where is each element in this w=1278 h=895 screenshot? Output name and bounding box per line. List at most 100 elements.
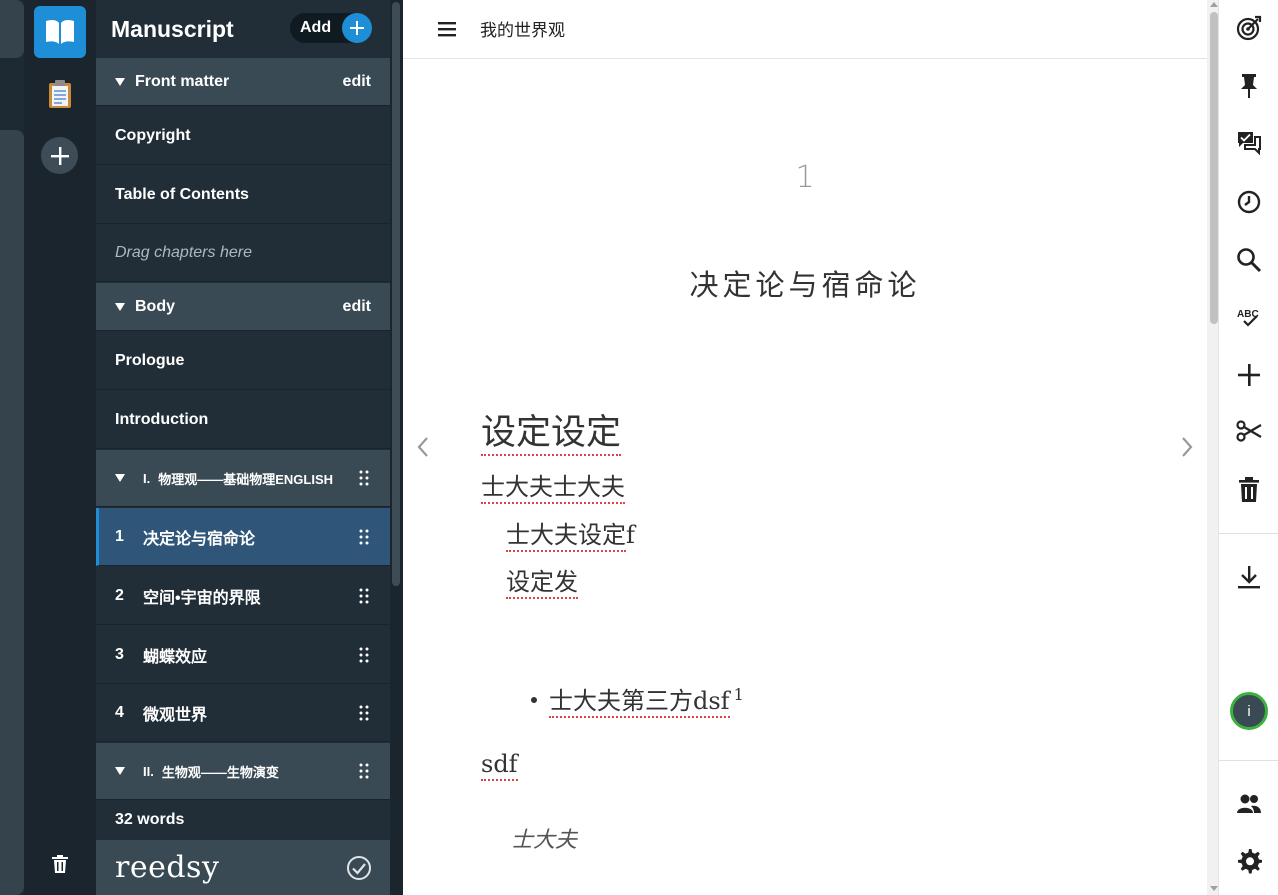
chapter-number: 3: [115, 645, 124, 663]
editor-topbar: 我的世界观: [403, 0, 1207, 59]
content-paragraph[interactable]: 设定发: [506, 562, 578, 599]
notes-clipboard-icon[interactable]: [38, 70, 82, 118]
clipboard-icon: [49, 80, 71, 108]
sidebar-scrollbar[interactable]: [390, 0, 403, 895]
split-chapter-button[interactable]: [1235, 417, 1263, 445]
chapter-number-display: 1: [795, 160, 815, 195]
drag-handle-icon[interactable]: [356, 761, 372, 781]
spellcheck-button[interactable]: ABC: [1235, 303, 1263, 331]
previous-chapter-chevron-icon[interactable]: [415, 434, 431, 460]
collapse-triangle-icon[interactable]: [115, 302, 125, 311]
search-button[interactable]: [1235, 246, 1263, 274]
add-label: Add: [300, 19, 332, 36]
editor-area: 我的世界观 1 决定论与宿命论 设定设定 士大夫士大夫 士大夫设定f 设定发 士…: [403, 0, 1221, 895]
hamburger-menu-icon[interactable]: [436, 19, 458, 39]
sidebar-item-table-of-contents[interactable]: Table of Contents: [96, 166, 390, 224]
gear-icon: [1238, 849, 1262, 874]
sidebar-header: Manuscript Add: [96, 0, 390, 58]
section-label: Body: [135, 297, 175, 315]
collaborators-button[interactable]: [1235, 790, 1263, 818]
tool-rail: ABC i: [1218, 0, 1278, 895]
clock-icon: [1237, 190, 1261, 214]
body-edit-link[interactable]: edit: [343, 298, 371, 316]
content-paragraph[interactable]: 士大夫设定f: [506, 515, 635, 552]
comments-button[interactable]: [1235, 129, 1263, 157]
part-number: II.: [143, 763, 154, 779]
content-heading[interactable]: 设定设定: [481, 404, 622, 456]
bullet-dot-icon: [531, 696, 537, 703]
chapter-title: 决定论与宿命论: [143, 530, 256, 548]
chapter-item[interactable]: 1 决定论与宿命论: [96, 508, 390, 566]
info-button[interactable]: i: [1230, 692, 1268, 730]
target-icon: [1236, 15, 1262, 41]
word-count-label: 32 words: [115, 811, 185, 828]
part-title: 物理观——基础物理ENGLISH: [158, 471, 334, 487]
chapter-item[interactable]: 2 空间•宇宙的界限: [96, 567, 390, 625]
content-paragraph[interactable]: 士大夫: [511, 822, 577, 854]
sidebar-item-label: Prologue: [115, 351, 185, 369]
manuscript-book-icon[interactable]: [34, 6, 86, 58]
scroll-down-arrow-icon[interactable]: [1210, 886, 1218, 891]
sidebar-item-label: Introduction: [115, 410, 209, 428]
content-paragraph[interactable]: 士大夫士大夫: [481, 467, 625, 504]
content-paragraph[interactable]: sdf: [481, 750, 518, 781]
drag-handle-icon[interactable]: [356, 527, 372, 547]
scroll-up-arrow-icon[interactable]: [1210, 2, 1218, 7]
divider: [1219, 533, 1278, 534]
history-button[interactable]: [1235, 188, 1263, 216]
scrollbar-thumb[interactable]: [1210, 12, 1218, 324]
section-front-matter[interactable]: Front matter edit: [96, 58, 390, 106]
chapter-item[interactable]: 3 蝴蝶效应: [96, 626, 390, 684]
collapse-triangle-icon[interactable]: [115, 77, 125, 86]
settings-button[interactable]: [1235, 847, 1263, 875]
trash-button[interactable]: [44, 846, 76, 882]
drag-handle-icon[interactable]: [356, 703, 372, 723]
part-title: 生物观——生物演变: [161, 764, 279, 780]
trash-icon: [1239, 477, 1259, 502]
drag-handle-icon[interactable]: [356, 586, 372, 606]
chapter-number: 2: [115, 586, 124, 604]
drag-handle-icon[interactable]: [356, 468, 372, 488]
pin-button[interactable]: [1235, 72, 1263, 100]
sidebar-item-prologue[interactable]: Prologue: [96, 332, 390, 390]
drag-handle-icon[interactable]: [356, 645, 372, 665]
scissors-icon: [1236, 420, 1262, 442]
add-book-button[interactable]: [41, 137, 78, 174]
chapter-title-display[interactable]: 决定论与宿命论: [403, 262, 1207, 304]
download-icon: [1238, 566, 1260, 589]
section-body[interactable]: Body edit: [96, 283, 390, 331]
next-chapter-chevron-icon[interactable]: [1179, 434, 1195, 460]
chapter-item[interactable]: 4 微观世界: [96, 685, 390, 742]
word-count: 32 words: [96, 800, 390, 840]
goal-target-button[interactable]: [1235, 14, 1263, 42]
collapse-triangle-icon[interactable]: [115, 767, 125, 775]
drop-zone[interactable]: Drag chapters here: [96, 225, 390, 282]
front-matter-edit-link[interactable]: edit: [343, 73, 371, 91]
insert-button[interactable]: [1235, 361, 1263, 389]
part-item[interactable]: II. 生物观——生物演变: [96, 743, 390, 800]
saved-check-icon: [347, 856, 371, 880]
delete-chapter-button[interactable]: [1235, 476, 1263, 504]
section-label: Front matter: [135, 72, 230, 90]
document-title: 我的世界观: [480, 21, 565, 41]
collapse-triangle-icon[interactable]: [115, 474, 125, 482]
footnote-marker[interactable]: 1: [734, 685, 744, 704]
sidebar-item-copyright[interactable]: Copyright: [96, 107, 390, 165]
chapter-number: 4: [115, 704, 124, 721]
left-panel-tab[interactable]: [0, 130, 24, 895]
sidebar-title: Manuscript: [111, 15, 234, 42]
content-bullet-item[interactable]: 士大夫第三方dsf 1: [531, 681, 744, 718]
part-item[interactable]: I. 物理观——基础物理ENGLISH: [96, 450, 390, 507]
chapter-title: 空间•宇宙的界限: [143, 589, 261, 607]
book-icon: [46, 19, 74, 44]
scrollbar-thumb[interactable]: [392, 2, 400, 586]
add-button[interactable]: Add: [290, 13, 372, 43]
reedsy-logo: reedsy: [115, 850, 220, 885]
left-panel-tab[interactable]: [0, 0, 24, 58]
spellcheck-icon: ABC: [1237, 309, 1259, 327]
divider: [1219, 760, 1278, 761]
users-icon: [1237, 794, 1261, 813]
sidebar-item-introduction[interactable]: Introduction: [96, 391, 390, 449]
plus-icon: [1238, 364, 1260, 386]
download-button[interactable]: [1235, 563, 1263, 591]
